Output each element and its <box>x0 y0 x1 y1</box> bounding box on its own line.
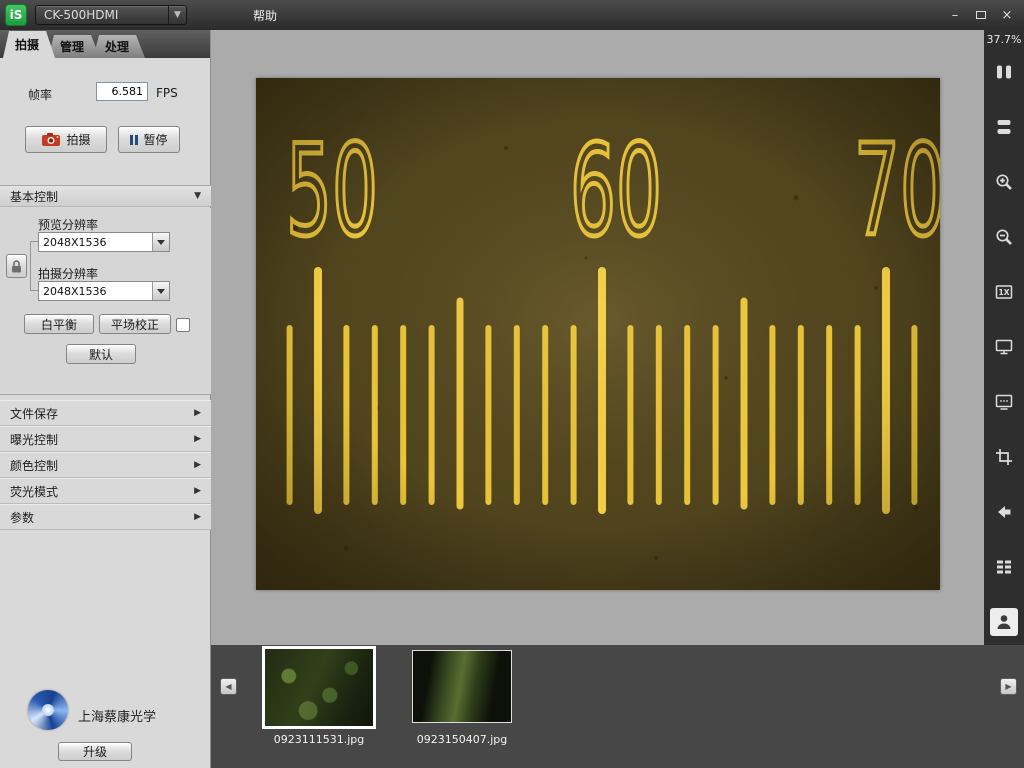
default-button[interactable]: 默认 <box>66 344 136 364</box>
fullscreen-icon[interactable] <box>990 388 1018 416</box>
section-file-save[interactable]: 文件保存 ▶ <box>0 400 211 426</box>
thumbnail[interactable] <box>412 650 512 723</box>
tab-manage[interactable]: 管理 <box>48 35 100 58</box>
maximize-button[interactable] <box>968 4 994 26</box>
section-fluorescence-mode[interactable]: 荧光模式 ▶ <box>0 478 211 504</box>
flat-field-button[interactable]: 平场校正 <box>99 314 171 334</box>
capture-resolution-label: 拍摄分辨率 <box>38 265 98 282</box>
titlebar: iS CK-500HDMI ▼ 帮助 – × <box>0 0 1024 30</box>
thumbnail-image <box>265 649 373 726</box>
brand-logo <box>28 690 68 730</box>
crop-icon[interactable] <box>990 443 1018 471</box>
sidebar: 拍摄 管理 处理 帧率 FPS 拍摄 暂停 基本控制 ▼ 预览分辨率 <box>0 30 211 768</box>
viewer-area: 50 60 70 <box>211 30 984 645</box>
chevron-collapsed-icon: ▶ <box>194 434 201 444</box>
close-button[interactable]: × <box>994 4 1020 26</box>
basic-control-body: 预览分辨率 2048X1536 拍摄分辨率 2048X1536 白平衡 平场校正… <box>0 208 211 395</box>
device-select-value: CK-500HDMI <box>36 8 168 22</box>
zoom-percent: 37.7% <box>987 33 1022 46</box>
device-select[interactable]: CK-500HDMI ▼ <box>35 5 187 25</box>
section-label: 文件保存 <box>10 405 58 422</box>
actual-size-icon[interactable]: 1X <box>990 278 1018 306</box>
frame-rate-unit: FPS <box>156 86 178 100</box>
thumbnail-image <box>413 651 511 722</box>
window-controls: – × <box>942 4 1020 26</box>
thumbnail-filename: 0923150407.jpg <box>397 733 527 746</box>
zoom-in-icon[interactable] <box>990 168 1018 196</box>
frame-rate-input[interactable] <box>96 82 148 101</box>
minimize-button[interactable]: – <box>942 4 968 26</box>
microscope-image[interactable]: 50 60 70 <box>256 78 940 590</box>
right-toolbar: 37.7% 1X <box>984 30 1024 645</box>
chevron-collapsed-icon: ▶ <box>194 512 201 522</box>
basic-control-header[interactable]: 基本控制 ▼ <box>0 185 211 207</box>
chevron-collapsed-icon: ▶ <box>194 486 201 496</box>
filmstrip: ◀ 0923111531.jpg 0923150407.jpg ▶ <box>211 645 1024 768</box>
app-logo-icon: iS <box>5 4 27 26</box>
scroll-right-button[interactable]: ▶ <box>1000 678 1017 695</box>
preview-resolution-value: 2048X1536 <box>39 233 152 251</box>
flat-field-checkbox[interactable] <box>176 318 190 332</box>
preview-resolution-select[interactable]: 2048X1536 <box>38 232 170 252</box>
capture-resolution-value: 2048X1536 <box>39 282 152 300</box>
chevron-down-icon[interactable]: ▼ <box>168 6 186 24</box>
camera-icon <box>41 132 61 147</box>
chevron-down-icon[interactable] <box>152 233 169 251</box>
resolution-lock-button[interactable] <box>6 254 27 278</box>
app-window: iS CK-500HDMI ▼ 帮助 – × 拍摄 管理 处理 帧率 FPS <box>0 0 1024 768</box>
tile-view-icon[interactable] <box>990 113 1018 141</box>
chevron-collapsed-icon: ▶ <box>194 408 201 418</box>
tab-capture[interactable]: 拍摄 <box>3 31 55 58</box>
resolution-link-bracket <box>30 241 38 291</box>
white-balance-button[interactable]: 白平衡 <box>24 314 94 334</box>
pause-button[interactable]: 暂停 <box>118 126 180 153</box>
pause-icon <box>130 135 138 145</box>
split-view-icon[interactable] <box>990 58 1018 86</box>
chevron-collapsed-icon: ▶ <box>194 460 201 470</box>
brand-name: 上海蔡康光学 <box>78 706 156 725</box>
maximize-icon <box>976 11 986 19</box>
grid-list-icon[interactable] <box>990 553 1018 581</box>
section-parameters[interactable]: 参数 ▶ <box>0 504 211 530</box>
section-color-control[interactable]: 颜色控制 ▶ <box>0 452 211 478</box>
section-label: 颜色控制 <box>10 457 58 474</box>
chevron-expanded-icon: ▼ <box>194 191 201 201</box>
svg-text:1X: 1X <box>998 288 1009 297</box>
fit-screen-icon[interactable] <box>990 333 1018 361</box>
tab-process[interactable]: 处理 <box>93 35 145 58</box>
user-icon[interactable] <box>990 608 1018 636</box>
capture-resolution-select[interactable]: 2048X1536 <box>38 281 170 301</box>
lock-icon <box>10 259 23 274</box>
frame-rate-label: 帧率 <box>28 86 52 103</box>
thumbnail-filename: 0923111531.jpg <box>251 733 387 746</box>
pause-button-label: 暂停 <box>143 131 167 148</box>
capture-button-label: 拍摄 <box>66 131 90 148</box>
thumbnail-selected[interactable] <box>262 646 376 729</box>
help-menu[interactable]: 帮助 <box>245 5 285 26</box>
section-label: 参数 <box>10 509 34 526</box>
zoom-out-icon[interactable] <box>990 223 1018 251</box>
preview-resolution-label: 预览分辨率 <box>38 216 98 233</box>
chevron-down-icon[interactable] <box>152 282 169 300</box>
section-exposure-control[interactable]: 曝光控制 ▶ <box>0 426 211 452</box>
section-label: 荧光模式 <box>10 483 58 500</box>
basic-control-title: 基本控制 <box>10 188 58 205</box>
capture-button[interactable]: 拍摄 <box>25 126 107 153</box>
upgrade-button[interactable]: 升级 <box>58 742 132 761</box>
scroll-left-button[interactable]: ◀ <box>220 678 237 695</box>
sidebar-tabstrip: 拍摄 管理 处理 <box>0 30 210 58</box>
undo-icon[interactable] <box>990 498 1018 526</box>
section-label: 曝光控制 <box>10 431 58 448</box>
